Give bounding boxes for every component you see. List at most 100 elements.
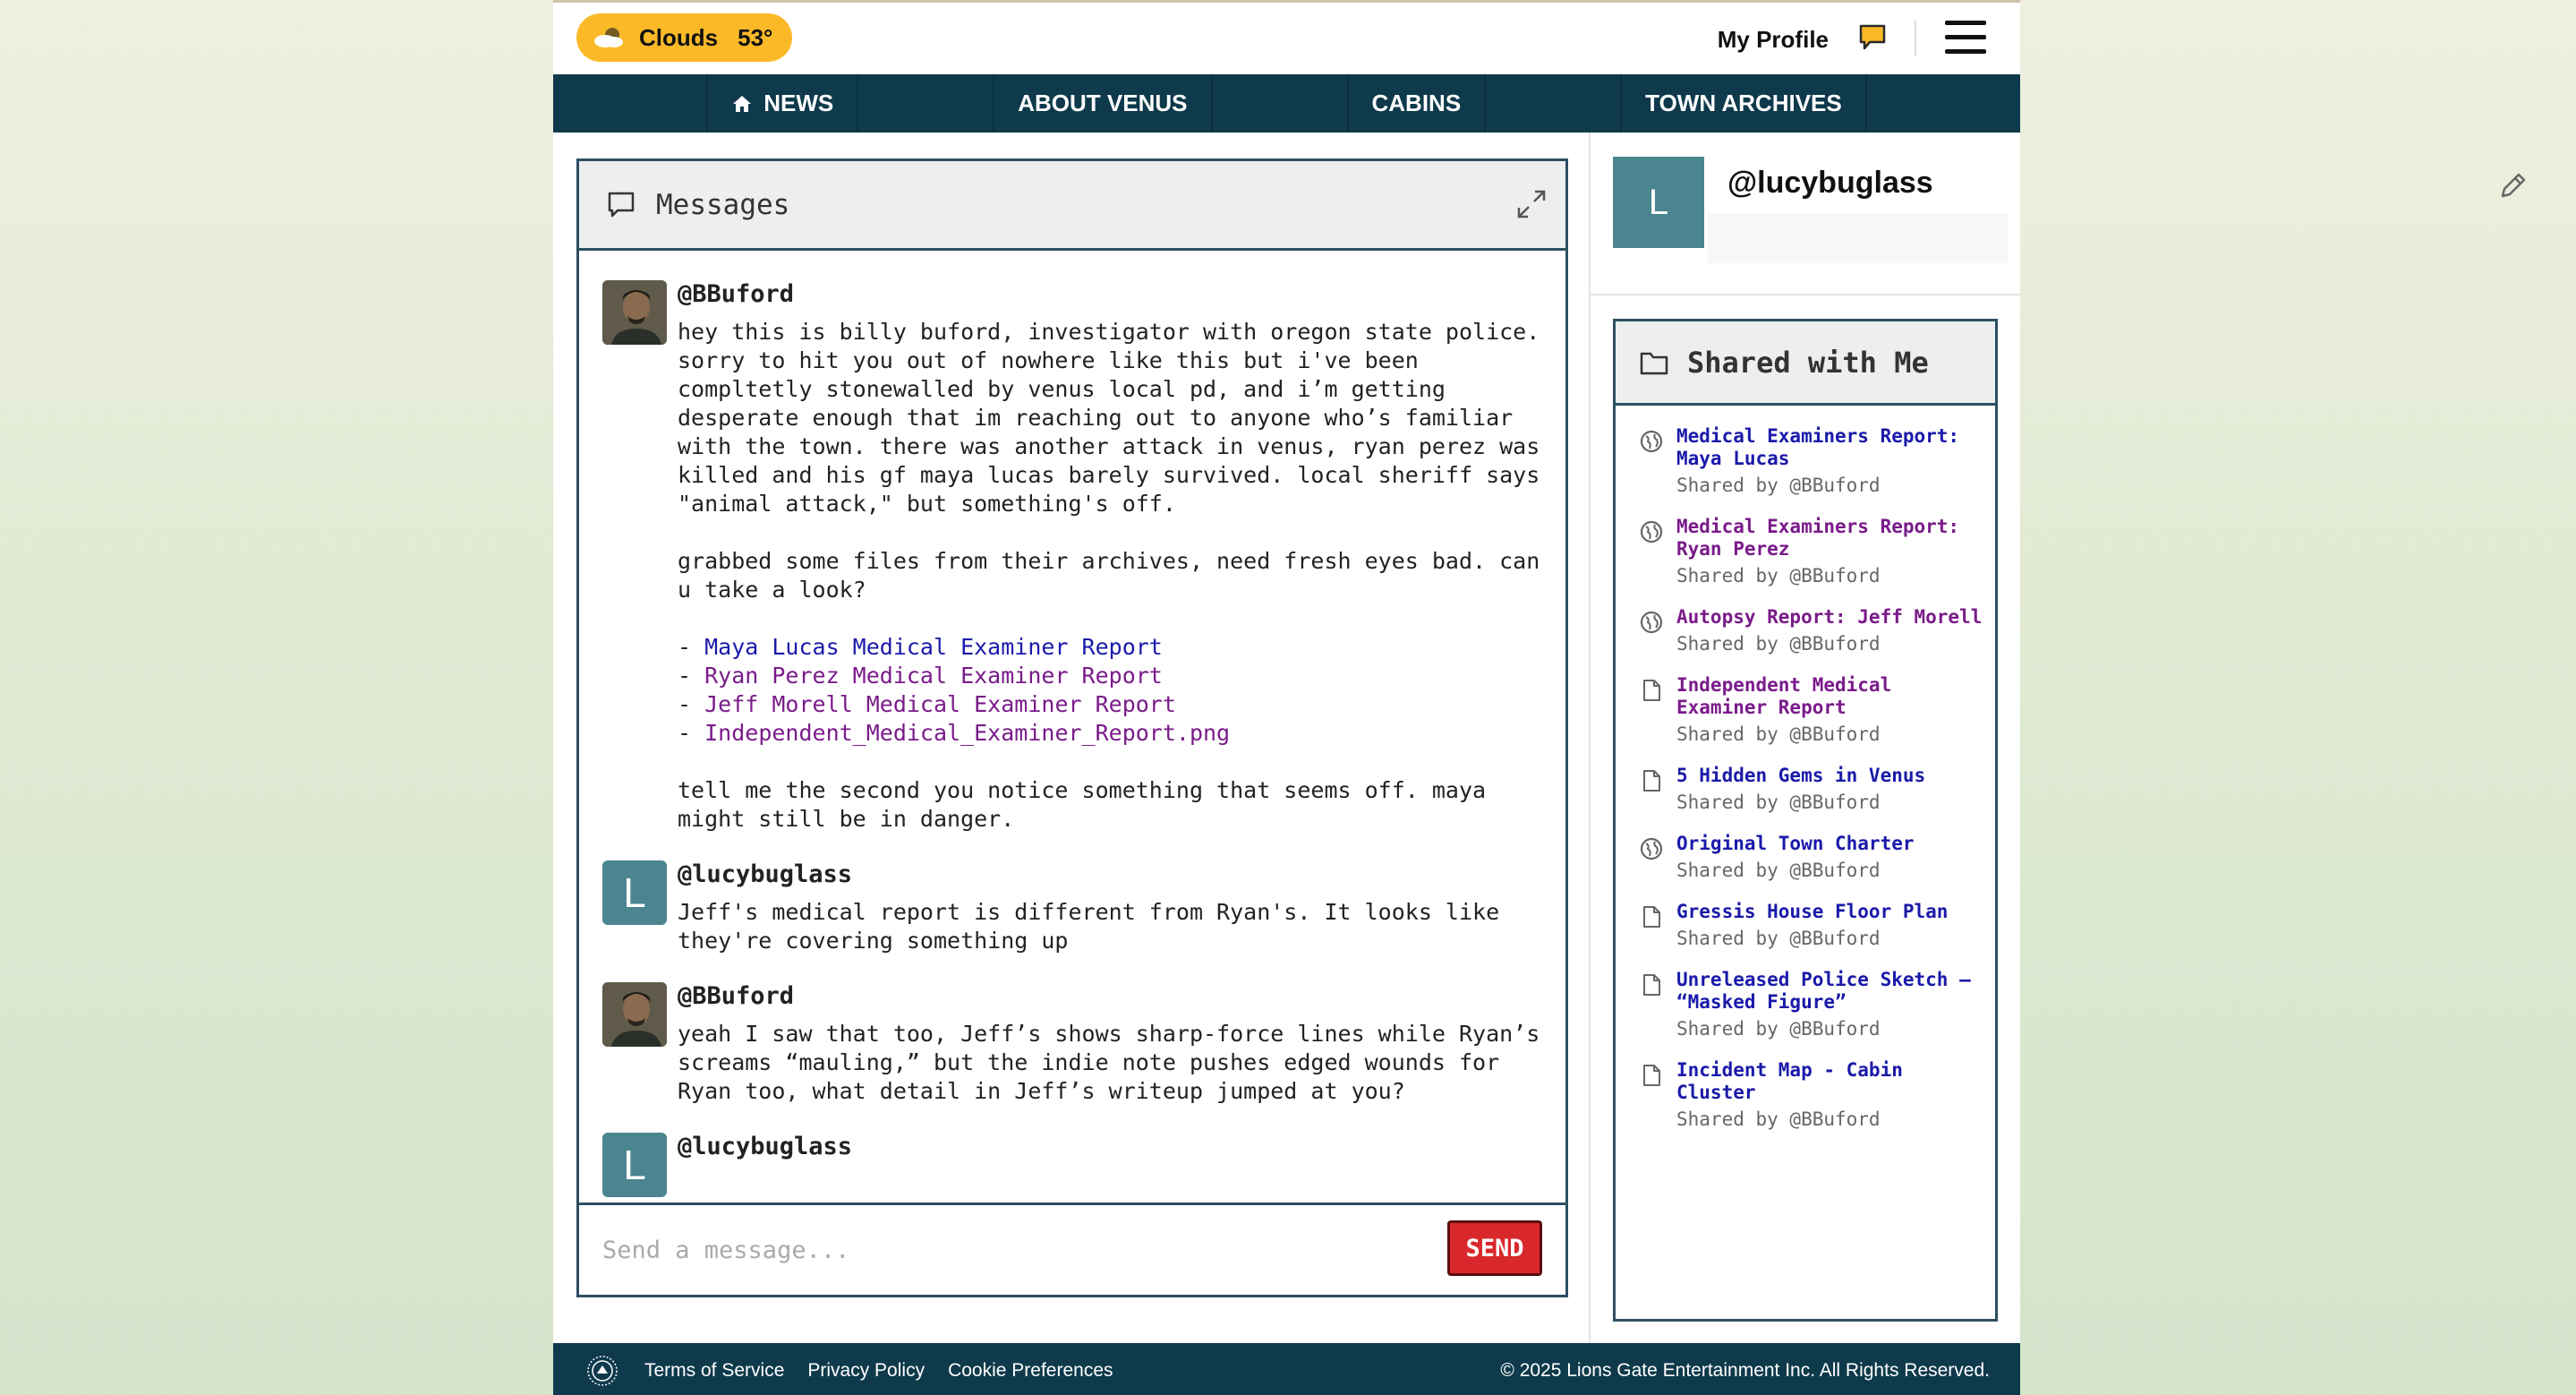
shared-item-by: Shared by @BBuford	[1676, 565, 1881, 586]
shared-item-by: Shared by @BBuford	[1676, 792, 1881, 813]
globe-icon	[1640, 430, 1663, 453]
document-icon	[1643, 680, 1660, 701]
shared-item[interactable]: Medical Examiners Report: Maya Lucas Sha…	[1616, 425, 1995, 496]
shared-item-title[interactable]: Medical Examiners Report: Maya Lucas	[1676, 425, 1983, 470]
weather-badge[interactable]: Clouds 53°	[576, 13, 793, 62]
messages-header: Messages	[579, 161, 1565, 251]
page: Clouds 53° My Profile NEWS ABOUT VENUS C…	[553, 0, 2526, 1395]
shared-header: Shared with Me	[1616, 321, 1995, 406]
attachment-link[interactable]: Independent_Medical_Examiner_Report.png	[704, 720, 1230, 746]
nav-news-label: NEWS	[763, 90, 834, 116]
shared-title: Shared with Me	[1687, 345, 1929, 380]
seal-icon	[587, 1355, 618, 1386]
shared-item[interactable]: Incident Map - Cabin Cluster Shared by @…	[1616, 1059, 1995, 1130]
message-item: @BBuford hey this is billy buford, inves…	[579, 253, 1565, 834]
shared-item-title[interactable]: Unreleased Police Sketch – “Masked Figur…	[1676, 969, 1983, 1014]
weather-temp: 53°	[738, 23, 773, 51]
messages-panel: Messages @BBuford hey this is billy bufo…	[576, 158, 1568, 1297]
divider	[1915, 21, 1916, 56]
message-text: tell me the second you notice something …	[678, 777, 1487, 832]
expand-icon[interactable]	[1514, 186, 1549, 222]
globe-icon	[1640, 520, 1663, 543]
message-item: L @lucybuglass Jeff's medical report is …	[579, 834, 1565, 955]
shared-item[interactable]: Autopsy Report: Jeff Morell Shared by @B…	[1616, 606, 1995, 655]
message-input[interactable]: Send a message... SEND	[579, 1202, 1565, 1295]
cookie-preferences-link[interactable]: Cookie Preferences	[948, 1360, 1113, 1382]
copyright: © 2025 Lions Gate Entertainment Inc. All…	[1500, 1359, 1990, 1381]
document-icon	[1643, 770, 1660, 792]
message-author: @BBuford	[678, 982, 795, 1010]
home-icon	[733, 95, 752, 112]
shared-item-title[interactable]: Gressis House Floor Plan	[1676, 901, 1983, 923]
message-author: @BBuford	[678, 280, 795, 308]
shared-panel: Shared with Me Medical Examiners Report:…	[1613, 319, 1998, 1322]
shared-item-by: Shared by @BBuford	[1676, 633, 1881, 655]
cloud-icon	[593, 26, 625, 49]
nav-cabins-label: CABINS	[1371, 90, 1462, 116]
terms-link[interactable]: Terms of Service	[644, 1360, 784, 1382]
message-body: hey this is billy buford, investigator w…	[678, 319, 1540, 832]
attachment-link[interactable]: Maya Lucas Medical Examiner Report	[704, 634, 1163, 660]
globe-icon	[1640, 611, 1663, 634]
avatar	[602, 280, 667, 345]
message-input-placeholder: Send a message...	[602, 1236, 850, 1264]
avatar	[602, 982, 667, 1047]
attachment-link[interactable]: Jeff Morell Medical Examiner Report	[704, 691, 1176, 717]
nav-cabins[interactable]: CABINS	[1346, 74, 1487, 133]
shared-item-by: Shared by @BBuford	[1676, 1018, 1881, 1040]
my-profile-link[interactable]: My Profile	[1718, 26, 1829, 54]
user-handle: @lucybuglass	[1727, 166, 1933, 200]
document-icon	[1643, 1065, 1660, 1086]
message-item: L @lucybuglass	[579, 1106, 1565, 1197]
shared-item-by: Shared by @BBuford	[1676, 723, 1881, 745]
folder-icon	[1640, 352, 1668, 374]
hamburger-icon[interactable]	[1945, 21, 1986, 56]
avatar: L	[1613, 157, 1704, 248]
main-nav: NEWS ABOUT VENUS CABINS TOWN ARCHIVES	[553, 74, 2020, 133]
chat-bubble-icon[interactable]	[1857, 22, 1888, 53]
shared-item[interactable]: Unreleased Police Sketch – “Masked Figur…	[1616, 969, 1995, 1040]
message-list[interactable]: @BBuford hey this is billy buford, inves…	[579, 253, 1565, 1203]
message-text: hey this is billy buford, investigator w…	[678, 319, 1540, 603]
shared-item-title[interactable]: 5 Hidden Gems in Venus	[1676, 765, 1983, 787]
nav-about-label: ABOUT VENUS	[1018, 90, 1188, 116]
shared-item-title[interactable]: Original Town Charter	[1676, 833, 1983, 855]
shared-item-title[interactable]: Independent Medical Examiner Report	[1676, 674, 1983, 719]
nav-archives-label: TOWN ARCHIVES	[1645, 90, 1842, 116]
shared-item[interactable]: Independent Medical Examiner Report Shar…	[1616, 674, 1995, 745]
message-author: @lucybuglass	[678, 1133, 853, 1160]
pencil-icon[interactable]	[2497, 169, 2529, 201]
shared-item[interactable]: 5 Hidden Gems in Venus Shared by @BBufor…	[1616, 765, 1995, 813]
shared-item[interactable]: Medical Examiners Report: Ryan Perez Sha…	[1616, 516, 1995, 586]
nav-news[interactable]: NEWS	[706, 74, 859, 133]
nav-town-archives[interactable]: TOWN ARCHIVES	[1620, 74, 1867, 133]
message-text: yeah I saw that too, Jeff’s shows sharp-…	[678, 1021, 1540, 1104]
avatar: L	[602, 860, 667, 925]
shared-item-by: Shared by @BBuford	[1676, 860, 1881, 881]
shared-item-title[interactable]: Autopsy Report: Jeff Morell	[1676, 606, 1983, 629]
shared-item[interactable]: Original Town Charter Shared by @BBuford	[1616, 833, 1995, 881]
message-icon	[608, 192, 635, 217]
column-divider	[1589, 133, 1591, 1344]
shared-item-by: Shared by @BBuford	[1676, 1108, 1881, 1130]
nav-about-venus[interactable]: ABOUT VENUS	[993, 74, 1213, 133]
shared-item-by: Shared by @BBuford	[1676, 928, 1881, 949]
divider	[1591, 294, 2020, 295]
footer: Terms of Service Privacy Policy Cookie P…	[553, 1343, 2020, 1395]
shared-item-title[interactable]: Medical Examiners Report: Ryan Perez	[1676, 516, 1983, 561]
shared-item-by: Shared by @BBuford	[1676, 475, 1881, 496]
shared-item-title[interactable]: Incident Map - Cabin Cluster	[1676, 1059, 1983, 1104]
document-icon	[1643, 906, 1660, 928]
shared-item[interactable]: Gressis House Floor Plan Shared by @BBuf…	[1616, 901, 1995, 949]
message-text: Jeff's medical report is different from …	[678, 899, 1500, 954]
shared-list: Medical Examiners Report: Maya Lucas Sha…	[1616, 406, 1995, 1130]
message-author: @lucybuglass	[678, 860, 853, 888]
weather-label: Clouds	[639, 23, 719, 51]
avatar: L	[602, 1133, 667, 1197]
message-item: @BBuford yeah I saw that too, Jeff’s sho…	[579, 955, 1565, 1106]
bio-field[interactable]	[1708, 213, 2009, 263]
messages-title: Messages	[656, 188, 790, 221]
send-button[interactable]: SEND	[1447, 1220, 1542, 1276]
privacy-link[interactable]: Privacy Policy	[807, 1360, 925, 1382]
attachment-link[interactable]: Ryan Perez Medical Examiner Report	[704, 663, 1163, 689]
